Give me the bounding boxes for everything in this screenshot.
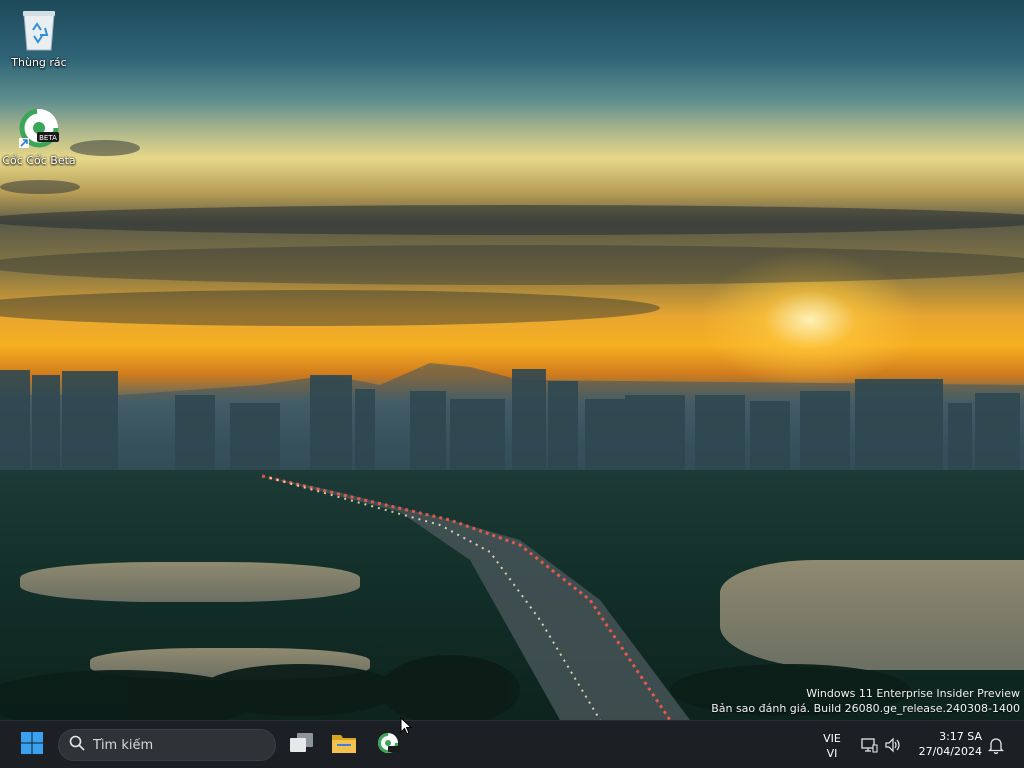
coccoc-beta-icon: BETA <box>17 106 61 150</box>
task-view-icon <box>288 732 314 758</box>
watermark-edition: Windows 11 Enterprise Insider Preview <box>806 687 1020 700</box>
taskbar: VIE VI 3:17 SA 27/04/2024 <box>0 717 1024 768</box>
desktop-background: Thùng rác BETA Cốc Cốc Beta Windows 11 E… <box>0 0 1024 720</box>
windows-start-icon <box>20 731 44 759</box>
desktop-icon-label: Cốc Cốc Beta <box>2 154 76 167</box>
volume-icon[interactable] <box>884 736 902 754</box>
windows-watermark: Windows 11 Enterprise Insider Preview Bả… <box>711 686 1020 716</box>
clock-date: 27/04/2024 <box>918 745 982 758</box>
coccoc-beta-icon <box>376 731 400 759</box>
task-view-button[interactable] <box>283 727 319 763</box>
watermark-build: Bản sao đánh giá. Build 26080.ge_release… <box>711 702 1020 715</box>
taskbar-search[interactable] <box>58 729 276 761</box>
system-clock[interactable]: 3:17 SA 27/04/2024 <box>912 729 982 759</box>
desktop-icon-recycle-bin[interactable]: Thùng rác <box>1 8 77 69</box>
language-code: VIE <box>823 732 841 745</box>
desktop-icon-coccoc-beta[interactable]: BETA Cốc Cốc Beta <box>1 106 77 167</box>
network-icon[interactable] <box>860 736 878 754</box>
mouse-pointer-icon <box>400 717 412 735</box>
search-input[interactable] <box>93 737 263 753</box>
highway <box>0 474 910 720</box>
file-explorer-button[interactable] <box>326 727 362 763</box>
input-language-indicator[interactable]: VIE VI <box>816 731 848 761</box>
notification-bell-icon[interactable] <box>987 736 1005 754</box>
start-button[interactable] <box>14 727 50 763</box>
clock-time: 3:17 SA <box>939 730 982 743</box>
keyboard-code: VI <box>826 747 838 760</box>
folder-icon <box>331 732 357 758</box>
recycle-bin-icon <box>17 8 61 52</box>
search-icon <box>69 735 85 755</box>
svg-text:BETA: BETA <box>39 134 57 142</box>
desktop-icon-label: Thùng rác <box>11 56 67 69</box>
